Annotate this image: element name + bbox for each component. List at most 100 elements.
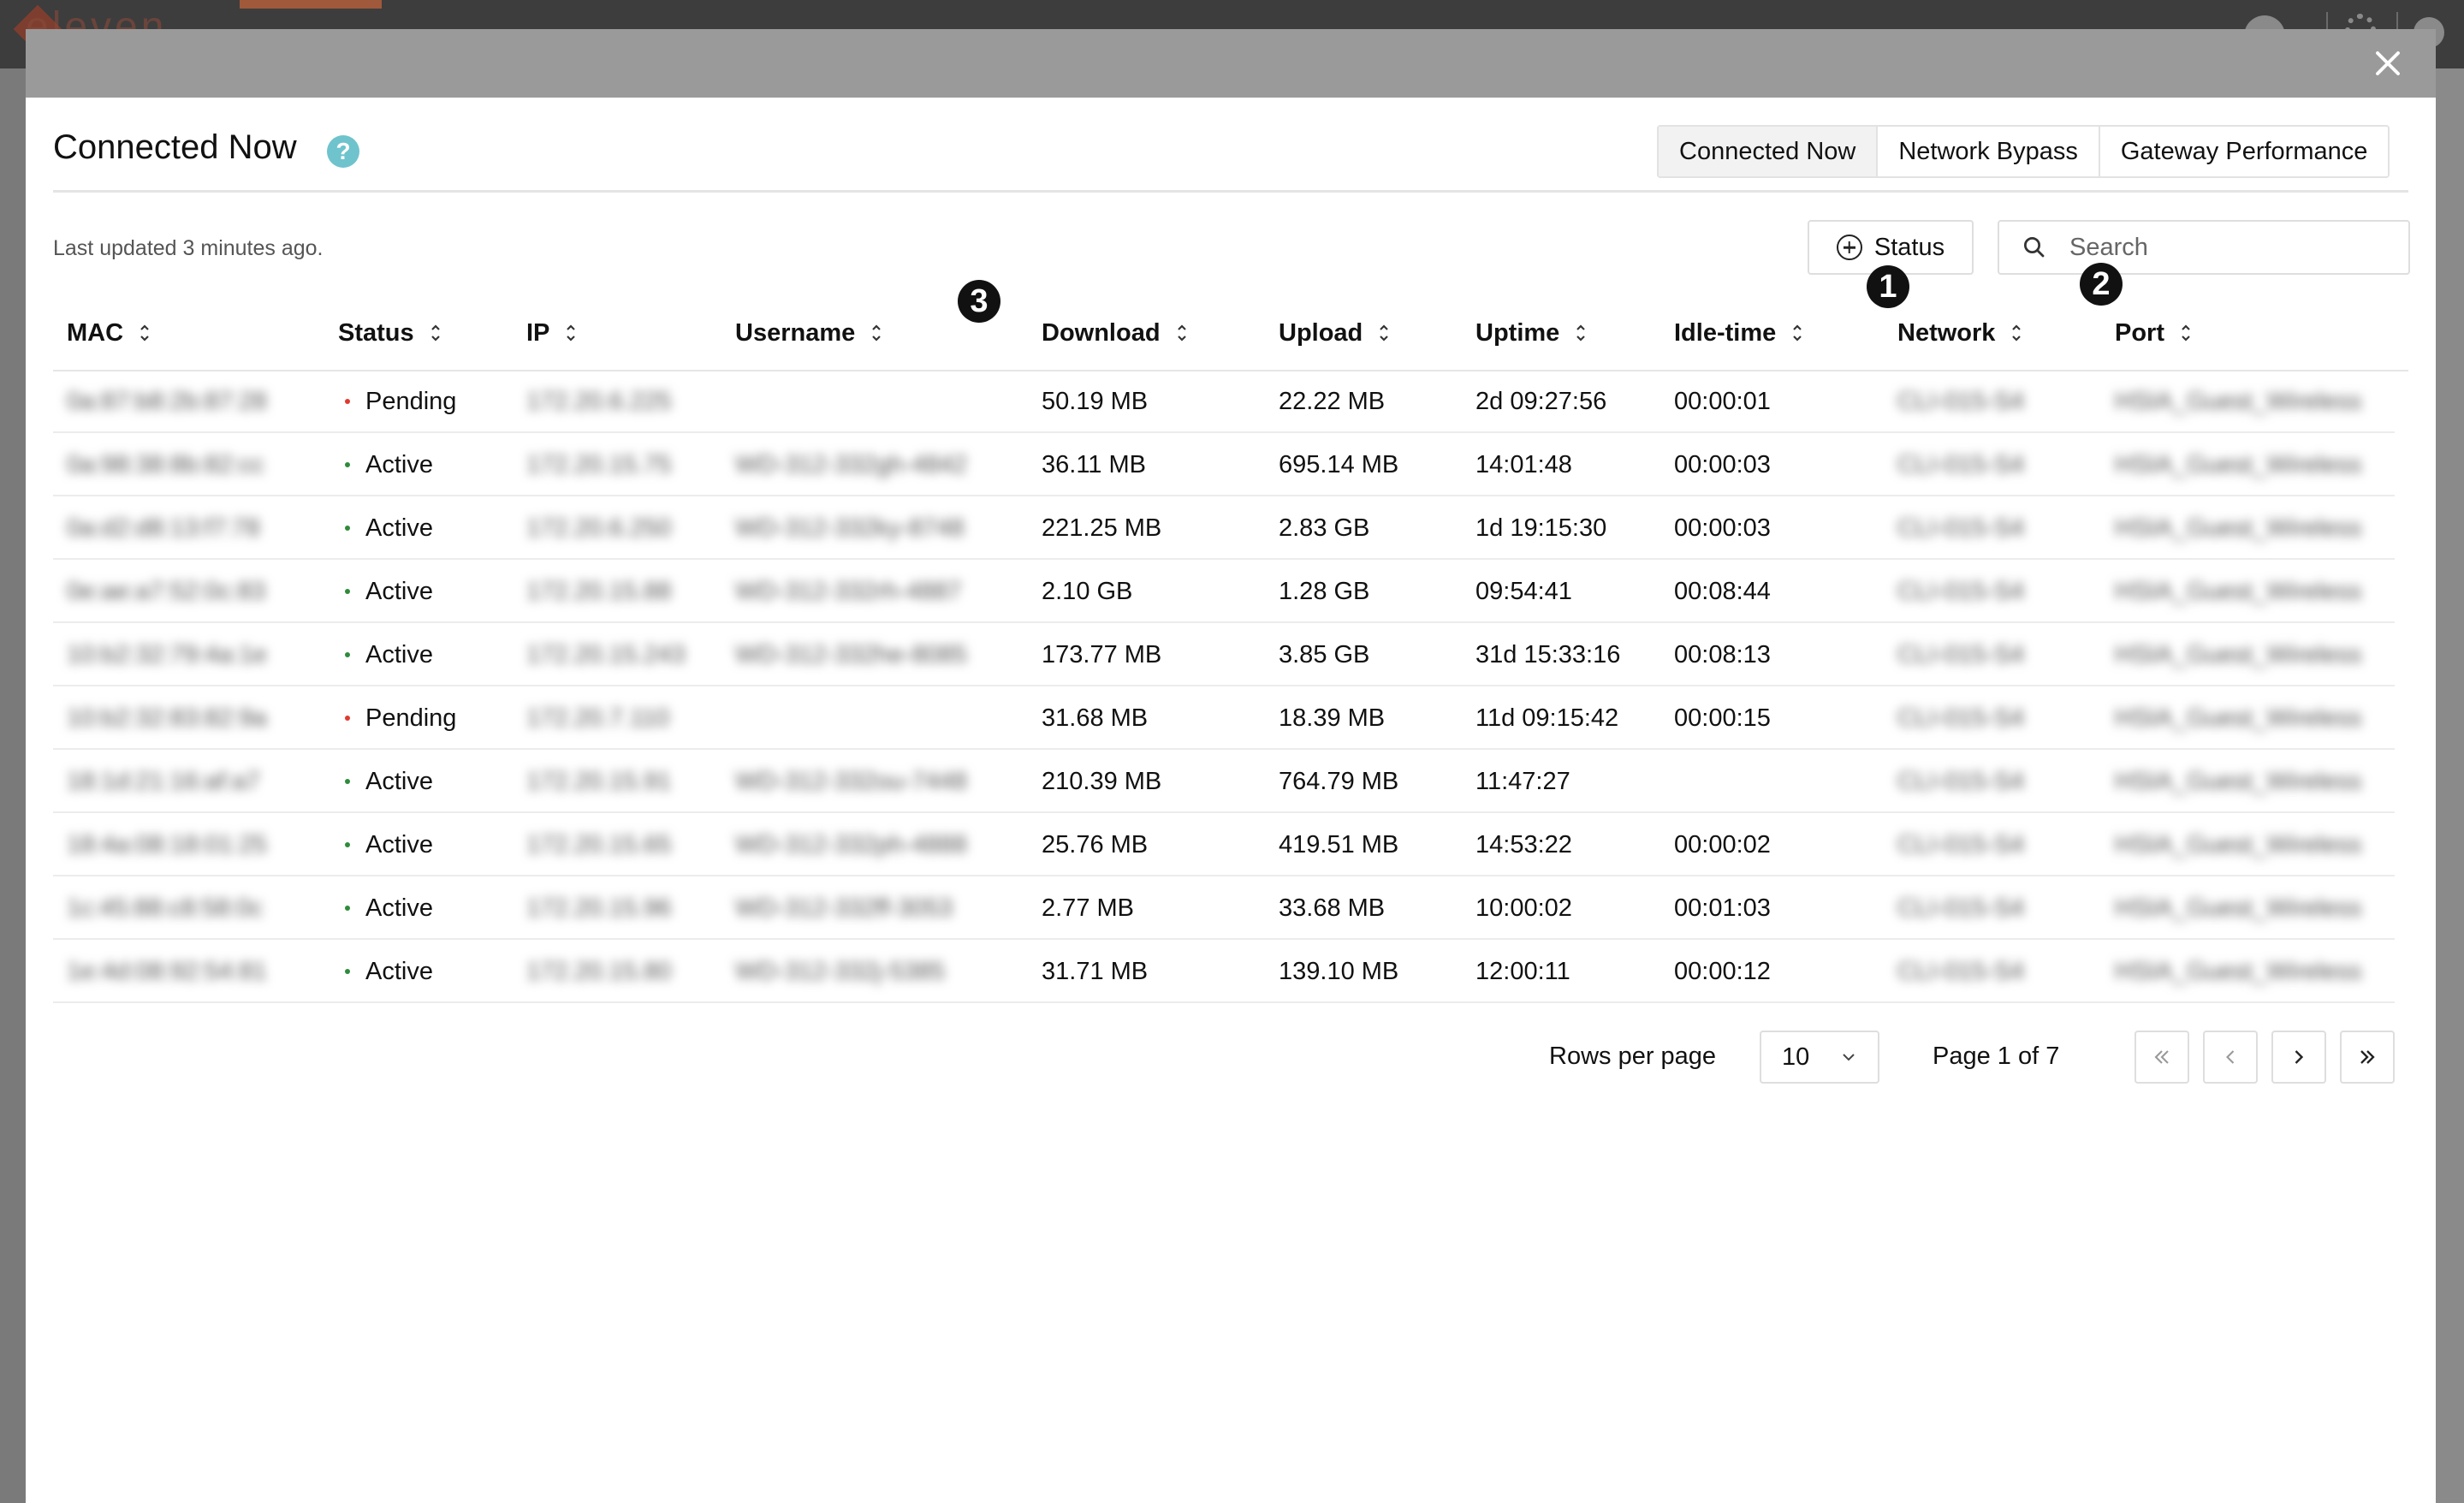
cell-port-text: HSIA_Guest_Wireless xyxy=(2115,894,2362,922)
column-header-status[interactable]: Status xyxy=(338,296,442,370)
table-row[interactable]: 0a:87:b8:2b:87:28 Pending 172.20.6.225 50.1… xyxy=(53,371,2408,435)
cell-username: WD-312-332he-8085 xyxy=(721,625,1028,686)
cell-mac-text: 0a:d2:d8:13:f7:78 xyxy=(67,514,260,542)
cell-uptime-text: 14:53:22 xyxy=(1475,830,1572,858)
cell-upload-text: 18.39 MB xyxy=(1279,704,1386,732)
cell-status-text: Active xyxy=(365,767,433,795)
cell-download: 2.10 GB xyxy=(1028,561,1265,623)
cell-mac: 10:b2:32:79:4a:1e xyxy=(53,625,324,686)
cell-ip-text: 172.20.6.225 xyxy=(526,387,672,415)
cell-port-text: HSIA_Guest_Wireless xyxy=(2115,704,2362,732)
column-header-network[interactable]: Network xyxy=(1897,296,2022,370)
cell-uptime: 31d 15:33:16 xyxy=(1462,625,1660,686)
column-header-mac[interactable]: MAC xyxy=(67,296,151,370)
column-header-uptime[interactable]: Uptime xyxy=(1475,296,1587,370)
cell-mac: 1e:4d:08:92:54:81 xyxy=(53,942,324,1003)
cell-ip: 172.20.7.110 xyxy=(513,688,721,750)
chevron-down-icon xyxy=(1843,1054,1855,1061)
cell-upload: 695.14 MB xyxy=(1265,435,1462,496)
cell-ip-text: 172.20.7.110 xyxy=(526,704,670,732)
cell-port-text: HSIA_Guest_Wireless xyxy=(2115,514,2362,542)
tab-connected-now[interactable]: Connected Now xyxy=(1659,127,1877,176)
cell-network: CLI-015-S4 xyxy=(1884,498,2101,560)
status-active-dot xyxy=(345,906,350,911)
cell-port: HSIA_Guest_Wireless xyxy=(2101,625,2395,686)
table-row[interactable]: 18:4a:08:18:01:25 Active 172.20.15.65 WD-31… xyxy=(53,815,2408,878)
column-header-download[interactable]: Download xyxy=(1042,296,1188,370)
column-header-ip[interactable]: IP xyxy=(526,296,577,370)
cell-download-text: 210.39 MB xyxy=(1042,767,1162,795)
cell-upload-text: 764.79 MB xyxy=(1279,767,1399,795)
cell-username: WD-312-332ff-3053 xyxy=(721,878,1028,940)
table-row[interactable]: 0a:d2:d8:13:f7:78 Active 172.20.6.250 WD-31… xyxy=(53,498,2408,561)
search-icon xyxy=(2024,237,2045,258)
search-input[interactable] xyxy=(2069,233,2395,262)
next-page-button[interactable] xyxy=(2271,1031,2326,1084)
cell-download-text: 221.25 MB xyxy=(1042,514,1162,542)
cell-mac: 18:4a:08:18:01:25 xyxy=(53,815,324,876)
tab-network-bypass[interactable]: Network Bypass xyxy=(1876,127,2099,176)
nav-active-indicator xyxy=(240,0,382,9)
sort-icon xyxy=(430,324,440,342)
connected-now-modal: Connected Now ? Connected Now Network By… xyxy=(26,98,2436,1503)
cell-download: 173.77 MB xyxy=(1028,625,1265,686)
cell-status: Active xyxy=(324,625,513,686)
cell-upload-text: 1.28 GB xyxy=(1279,577,1370,605)
table-row[interactable]: 10:b2:32:83:82:9a Pending 172.20.7.110 31.6… xyxy=(53,688,2408,752)
cell-port: HSIA_Guest_Wireless xyxy=(2101,942,2395,1003)
status-active-dot xyxy=(345,779,350,784)
cell-uptime: 11:47:27 xyxy=(1462,752,1660,813)
status-active-dot xyxy=(345,526,350,531)
cell-download-text: 2.77 MB xyxy=(1042,894,1134,922)
close-button[interactable] xyxy=(2367,43,2408,84)
cell-download-text: 31.68 MB xyxy=(1042,704,1149,732)
cell-mac-text: 1e:4d:08:92:54:81 xyxy=(67,957,267,985)
cell-download-text: 2.10 GB xyxy=(1042,577,1133,605)
chevron-right-icon xyxy=(2295,1050,2304,1064)
search-field[interactable] xyxy=(1998,220,2410,275)
previous-page-button[interactable] xyxy=(2203,1031,2258,1084)
tab-gateway-performance[interactable]: Gateway Performance xyxy=(2098,127,2389,176)
cell-mac: 0e:ae:a7:52:0c:83 xyxy=(53,561,324,623)
rows-per-page-select[interactable]: 10 xyxy=(1760,1031,1879,1084)
table-row[interactable]: 1e:4d:08:92:54:81 Active 172.20.15.80 WD-31… xyxy=(53,942,2408,1005)
column-header-port[interactable]: Port xyxy=(2115,296,2192,370)
cell-idle-time: 00:08:44 xyxy=(1660,561,1884,623)
last-page-button[interactable] xyxy=(2340,1031,2395,1084)
cell-port: HSIA_Guest_Wireless xyxy=(2101,561,2395,623)
cell-status-text: Pending xyxy=(365,704,457,732)
cell-upload: 1.28 GB xyxy=(1265,561,1462,623)
sort-icon xyxy=(567,324,576,342)
cell-ip-text: 172.20.15.75 xyxy=(526,450,672,478)
modal-header-bar xyxy=(26,29,2436,98)
cell-download-text: 25.76 MB xyxy=(1042,830,1149,858)
cell-status: Active xyxy=(324,498,513,560)
cell-download: 31.71 MB xyxy=(1028,942,1265,1003)
sort-icon xyxy=(1793,324,1802,342)
rows-per-page-label: Rows per page xyxy=(1549,1043,1717,1070)
cell-download: 210.39 MB xyxy=(1028,752,1265,813)
cell-network-text: CLI-015-S4 xyxy=(1897,957,2025,985)
table-row[interactable]: 10:b2:32:79:4a:1e Active 172.20.15.243 WD-3… xyxy=(53,625,2408,688)
help-icon[interactable]: ? xyxy=(327,135,359,168)
cell-username: WD-312-332ph-4888 xyxy=(721,815,1028,876)
status-active-dot xyxy=(345,842,350,847)
column-header-username[interactable]: Username xyxy=(735,296,882,370)
cell-upload-text: 22.22 MB xyxy=(1279,387,1386,415)
table-row[interactable]: 18:1d:21:16:af:a7 Active 172.20.15.91 WD-31… xyxy=(53,752,2408,815)
cell-username xyxy=(721,371,1028,433)
cell-upload: 139.10 MB xyxy=(1265,942,1462,1003)
table-row[interactable]: 0a:98:38:8b:82:cc Active 172.20.15.75 WD-31… xyxy=(53,435,2408,498)
cell-uptime-text: 31d 15:33:16 xyxy=(1475,640,1621,668)
sort-icon xyxy=(1380,324,1389,342)
cell-port-text: HSIA_Guest_Wireless xyxy=(2115,767,2362,795)
first-page-button[interactable] xyxy=(2134,1031,2189,1084)
cell-network: CLI-015-S4 xyxy=(1884,752,2101,813)
status-active-dot xyxy=(345,969,350,974)
table-row[interactable]: 1c:45:88:c8:58:0c Active 172.20.15.96 WD-31… xyxy=(53,878,2408,942)
column-header-idle-time[interactable]: Idle-time xyxy=(1674,296,1803,370)
cell-mac-text: 18:1d:21:16:af:a7 xyxy=(67,767,260,795)
table-row[interactable]: 0e:ae:a7:52:0c:83 Active 172.20.15.88 WD-31… xyxy=(53,561,2408,625)
column-header-upload[interactable]: Upload xyxy=(1279,296,1390,370)
table-body: 0a:87:b8:2b:87:28 Pending 172.20.6.225 50.1… xyxy=(53,371,2408,1005)
